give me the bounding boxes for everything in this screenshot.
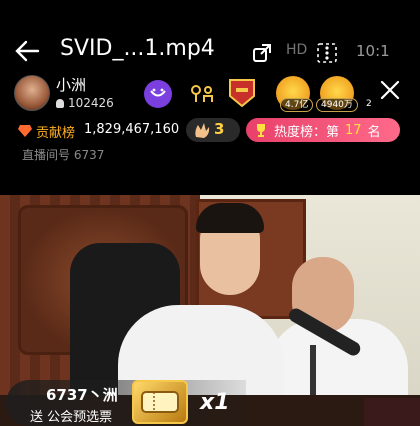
gift-message: 送 公会预选票	[30, 410, 113, 425]
hot-ranking-suffix: 名	[367, 124, 381, 140]
contribution-label[interactable]: 贡献榜	[36, 122, 75, 141]
top-fan-count-1: 4.7亿	[280, 98, 314, 112]
trophy-icon	[257, 124, 265, 137]
hd-icon: HD	[286, 42, 308, 58]
corner-thumbnail[interactable]	[364, 398, 420, 426]
status-clock: 10:1	[356, 42, 390, 60]
video-filename: SVID_...1.mp4	[60, 36, 215, 61]
share-icon[interactable]	[250, 40, 276, 66]
guard-badge-icon[interactable]	[190, 84, 216, 104]
gift-sender: 6737丶洲	[46, 386, 118, 404]
room-id: 直播间号 6737	[22, 148, 105, 162]
top-fan-count-3: 2	[366, 99, 372, 109]
player-top-bar: SVID_...1.mp4 HD 10:1	[0, 30, 420, 74]
clap-button[interactable]	[186, 118, 240, 142]
top-fan-count-2: 4940万	[316, 98, 358, 112]
streamer-name[interactable]: 小洲	[56, 74, 86, 95]
clap-count: 3	[214, 120, 225, 138]
follow-badge-icon[interactable]	[144, 80, 172, 108]
back-arrow-icon[interactable]	[12, 36, 42, 66]
hot-ranking-pill[interactable]: 热度榜：第 17 名	[246, 118, 400, 142]
hot-ranking-number: 17	[345, 122, 362, 138]
fan-count-value: 102426	[68, 96, 114, 110]
streamer-avatar[interactable]	[14, 75, 50, 111]
more-options-icon[interactable]	[314, 40, 340, 66]
host-hair	[196, 203, 264, 233]
person-icon	[56, 98, 64, 108]
gift-multiplier: x1	[200, 390, 230, 415]
rank-shield-icon[interactable]	[226, 76, 258, 108]
diamond-icon	[18, 125, 32, 137]
hot-ranking-label: 热度榜：第	[274, 124, 340, 140]
fan-count: 102426	[56, 96, 114, 110]
gift-ticket-icon	[132, 380, 188, 424]
close-icon[interactable]	[378, 78, 402, 102]
contribution-value: 1,829,467,160	[84, 122, 180, 137]
clap-icon	[195, 123, 210, 138]
